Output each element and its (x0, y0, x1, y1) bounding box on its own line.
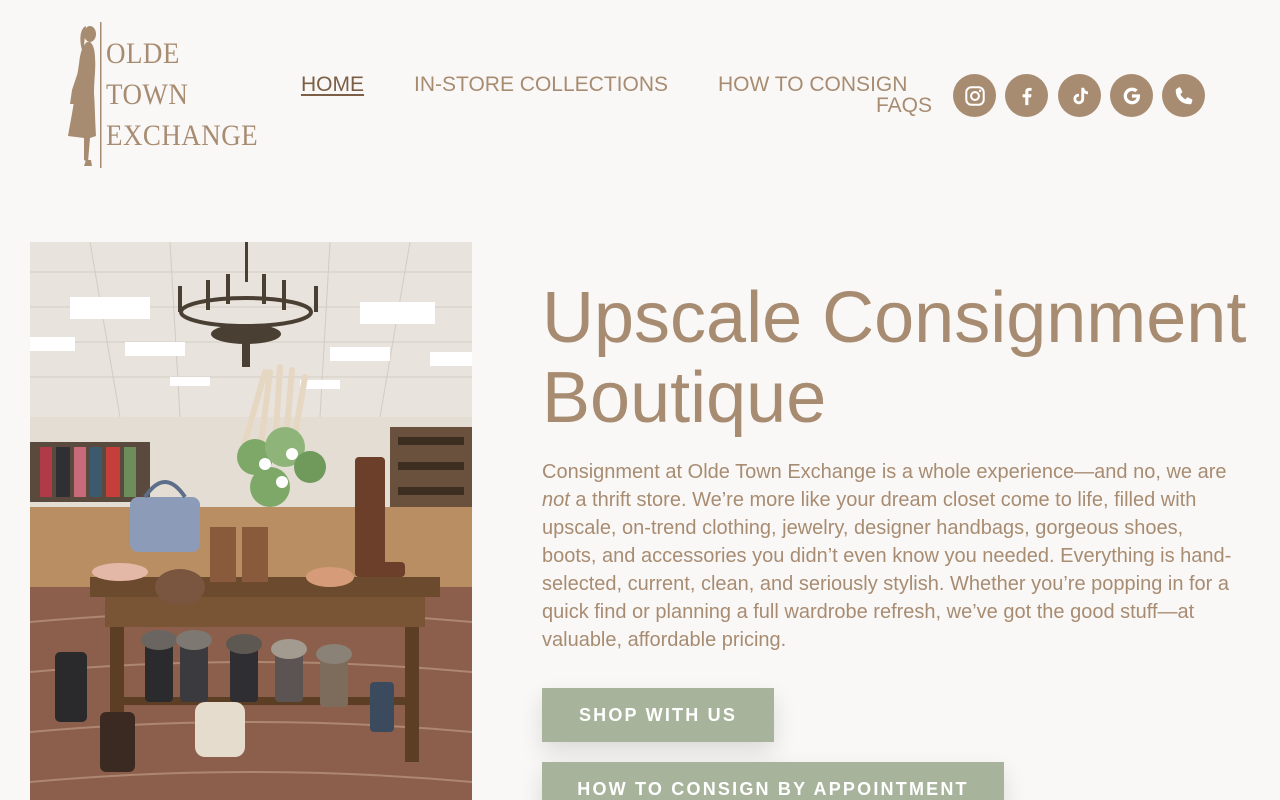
hero-description-text: Consignment at Olde Town Exchange is a w… (542, 461, 1227, 483)
shop-with-us-button[interactable]: SHOP WITH US (542, 688, 774, 742)
hero-title: Upscale Consignment Boutique (542, 278, 1247, 438)
instagram-link[interactable] (953, 74, 996, 117)
boutique-interior-illustration (30, 242, 472, 800)
tiktok-icon (1072, 87, 1088, 104)
site-logo[interactable]: OLDE TOWN EXCHANGE (62, 20, 262, 170)
tiktok-link[interactable] (1058, 74, 1101, 117)
google-link[interactable] (1110, 74, 1153, 117)
instagram-icon (964, 85, 985, 106)
logo-text-line: TOWN (106, 78, 189, 111)
facebook-icon (1022, 87, 1032, 105)
boutique-interior-image (30, 242, 472, 800)
hero-description-emphasis: not (542, 489, 570, 511)
facebook-link[interactable] (1005, 74, 1048, 117)
nav-in-store-collections[interactable]: IN-STORE COLLECTIONS (414, 73, 668, 97)
google-icon (1123, 87, 1140, 104)
logo-text-line: EXCHANGE (106, 119, 259, 152)
nav-faqs[interactable]: FAQS (876, 94, 932, 118)
hero-description: Consignment at Olde Town Exchange is a w… (542, 458, 1242, 654)
logo-text-line: OLDE (106, 37, 180, 70)
woman-silhouette-icon (68, 22, 102, 168)
phone-link[interactable] (1162, 74, 1205, 117)
nav-home[interactable]: HOME (301, 73, 364, 97)
how-to-consign-button[interactable]: HOW TO CONSIGN BY APPOINTMENT (542, 762, 1004, 800)
hero-description-text: a thrift store. We’re more like your dre… (542, 489, 1232, 651)
phone-icon (1175, 86, 1192, 104)
